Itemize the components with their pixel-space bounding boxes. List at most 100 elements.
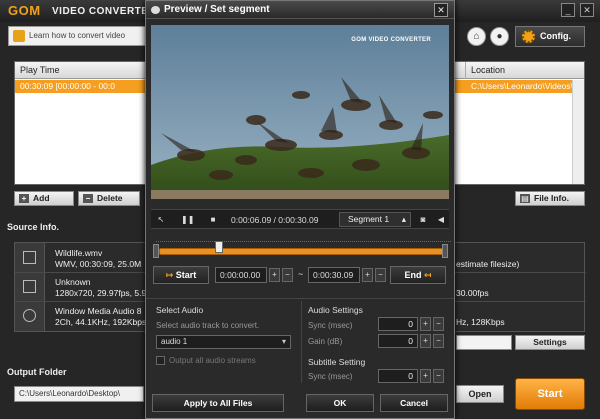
file-name: Wildlife.wmv — [55, 248, 103, 258]
audio-sync-field[interactable]: 0 — [378, 317, 418, 331]
playhead-handle[interactable] — [215, 241, 223, 253]
file-icon — [23, 251, 36, 264]
pause-icon[interactable]: ❚❚ — [181, 214, 194, 225]
video-frame-image — [151, 25, 449, 199]
cancel-button[interactable]: Cancel — [380, 394, 448, 412]
tip-bar[interactable]: Learn how to convert video — [8, 26, 148, 46]
source-icon-column — [15, 243, 45, 331]
subtitle-setting-title: Subtitle Setting — [308, 357, 366, 367]
delete-button[interactable]: − Delete — [78, 191, 140, 206]
subtitle-sync-plus[interactable]: + — [420, 369, 431, 383]
file-info-button[interactable]: ▤ File Info. — [515, 191, 585, 206]
video-codec: Unknown — [55, 277, 91, 287]
video-info-text: Unknown 1280x720, 29.97fps, 5.9 — [55, 277, 146, 299]
audio-sync-minus[interactable]: − — [433, 317, 444, 331]
target-file-info: estimate filesize) — [456, 259, 520, 269]
ok-button[interactable]: OK — [306, 394, 374, 412]
music-icon — [23, 309, 36, 322]
audio-details: 2Ch, 44.1KHz, 192Kbps — [55, 317, 147, 327]
chevron-down-icon: ▾ — [281, 337, 286, 346]
file-details: WMV, 00:30:09, 25.0M — [55, 259, 142, 269]
audio-sync-label: Sync (msec) — [308, 321, 353, 330]
start-label: Start — [175, 270, 197, 280]
home-button[interactable]: ⌂ — [467, 27, 486, 46]
timeline-slider[interactable] — [159, 248, 444, 255]
gain-plus[interactable]: + — [420, 334, 431, 348]
end-time-field[interactable]: 0:00:30.09 — [308, 267, 360, 283]
add-button[interactable]: + Add — [14, 191, 74, 206]
gear-icon — [522, 30, 535, 43]
file-info-text: Wildlife.wmv WMV, 00:30:09, 25.0M — [55, 248, 141, 270]
video-watermark: GOM VIDEO CONVERTER — [351, 37, 431, 43]
segment-value: Segment 1 — [348, 214, 390, 224]
subtitle-sync-minus[interactable]: − — [433, 369, 444, 383]
speech-button[interactable]: ● — [490, 27, 509, 46]
app-logo: GOM — [8, 3, 41, 18]
arrow-right-icon: ↦ — [165, 270, 174, 280]
select-audio-hint: Select audio track to convert. — [156, 321, 260, 330]
subtitle-sync-label: Sync (msec) — [308, 372, 353, 381]
speech-bubble-icon: ● — [496, 31, 503, 42]
set-end-button[interactable]: End ↤ — [390, 266, 446, 284]
options-divider — [301, 301, 302, 383]
audio-track-select[interactable]: audio 1 ▾ — [156, 335, 291, 349]
column-play-time[interactable]: Play Time — [20, 65, 60, 75]
cursor-icon[interactable]: ↖ — [155, 214, 167, 225]
playback-controls: ↖ ❚❚ ■ 0:00:06.09 / 0:00:30.09 Segment 1… — [151, 209, 449, 229]
stop-icon[interactable]: ■ — [207, 214, 219, 225]
output-folder-title: Output Folder — [7, 367, 67, 377]
audio-info-text: Window Media Audio 8 2Ch, 44.1KHz, 192Kb… — [55, 306, 146, 328]
start-plus-button[interactable]: + — [269, 268, 280, 282]
source-info-title: Source Info. — [7, 222, 60, 232]
preview-dialog: Preview / Set segment ✕ GOM VIDEO CONVER… — [145, 0, 455, 419]
close-button[interactable]: ✕ — [580, 3, 594, 17]
open-button[interactable]: Open — [456, 385, 504, 403]
audio-track-value: audio 1 — [161, 337, 188, 346]
end-minus-button[interactable]: − — [375, 268, 386, 282]
target-video-info: 30.00fps — [456, 288, 489, 298]
app-logo-subtitle: VIDEO CONVERTER — [52, 6, 157, 17]
output-all-audio-label: Output all audio streams — [169, 356, 256, 365]
output-folder-field[interactable]: C:\Users\Leonardo\Desktop\ — [14, 386, 144, 402]
row-play-time: 00:30:09 [00:00:00 - 00:0 — [20, 81, 115, 91]
gain-minus[interactable]: − — [433, 334, 444, 348]
segment-dropdown[interactable]: Segment 1 ▴ — [339, 212, 411, 227]
eye-icon — [151, 6, 160, 14]
set-start-button[interactable]: ↦ Start — [153, 266, 209, 284]
timeline-end-handle[interactable] — [442, 244, 448, 258]
config-button[interactable]: Config. — [515, 26, 585, 47]
dialog-title-bar: Preview / Set segment ✕ — [146, 1, 454, 19]
document-icon: ▤ — [520, 194, 530, 203]
file-info-label: File Info. — [534, 193, 569, 203]
camera-icon[interactable]: ◙ — [417, 214, 429, 225]
end-label: End — [404, 270, 422, 280]
audio-sync-plus[interactable]: + — [420, 317, 431, 331]
add-label: Add — [33, 193, 50, 203]
column-location[interactable]: Location — [471, 65, 505, 75]
delete-label: Delete — [97, 193, 123, 203]
minus-icon: − — [83, 194, 93, 203]
apply-to-all-button[interactable]: Apply to All Files — [152, 394, 284, 412]
start-time-field[interactable]: 0:00:00.00 — [215, 267, 267, 283]
timeline-ruler — [156, 241, 451, 244]
dialog-close-button[interactable]: ✕ — [434, 3, 448, 17]
gain-field[interactable]: 0 — [378, 334, 418, 348]
start-minus-button[interactable]: − — [282, 268, 293, 282]
lightbulb-icon — [13, 30, 25, 42]
volume-icon[interactable]: ◀ — [435, 214, 447, 225]
tip-text: Learn how to convert video — [29, 31, 126, 40]
home-icon: ⌂ — [473, 31, 480, 42]
minimize-button[interactable]: _ — [561, 3, 575, 17]
output-all-audio-checkbox[interactable] — [156, 356, 165, 365]
end-plus-button[interactable]: + — [362, 268, 373, 282]
video-preview[interactable]: GOM VIDEO CONVERTER — [151, 25, 449, 199]
video-icon — [23, 280, 36, 293]
convert-option-field[interactable] — [456, 335, 512, 350]
subtitle-sync-field[interactable]: 0 — [378, 369, 418, 383]
select-audio-title: Select Audio — [156, 305, 204, 315]
list-scrollbar[interactable] — [572, 80, 584, 184]
start-button[interactable]: Start — [515, 378, 585, 410]
gain-label: Gain (dB) — [308, 337, 343, 346]
settings-button[interactable]: Settings — [515, 335, 585, 350]
chevron-up-icon: ▴ — [401, 214, 406, 224]
